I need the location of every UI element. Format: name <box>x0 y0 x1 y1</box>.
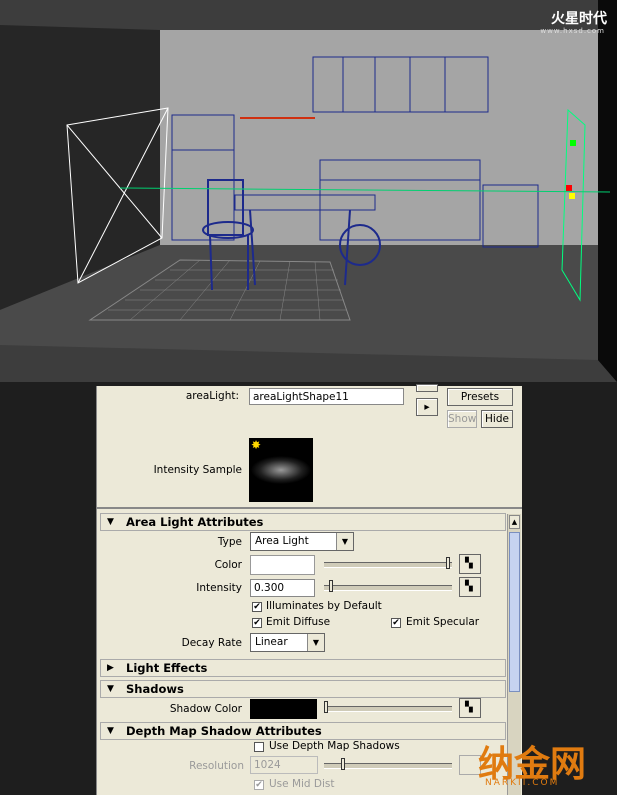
node-name-field[interactable]: areaLightShape11 <box>249 388 404 405</box>
emit-diffuse-label: Emit Diffuse <box>266 616 331 628</box>
emit-specular-label: Emit Specular <box>406 616 480 628</box>
illuminates-by-default-checkbox[interactable]: ✔ <box>252 602 262 612</box>
shadow-color-label: Shadow Color <box>169 703 242 715</box>
intensity-label: Intensity <box>196 582 242 594</box>
type-dropdown[interactable]: Area Light ▼ <box>250 532 354 551</box>
intensity-slider-knob[interactable] <box>329 580 333 592</box>
use-depth-map-checkbox[interactable] <box>254 742 264 752</box>
shadow-color-slider-knob[interactable] <box>324 701 328 713</box>
type-label: Type <box>217 536 242 548</box>
intensity-sample-label: Intensity Sample <box>153 464 242 476</box>
chevron-down-icon: ▼ <box>336 533 353 550</box>
section-shadows[interactable]: ▼ Shadows <box>100 680 506 698</box>
focus-button-top[interactable] <box>416 384 438 392</box>
use-depth-map-label: Use Depth Map Shadows <box>269 740 400 752</box>
section-area-light-attributes[interactable]: ▼ Area Light Attributes <box>100 513 506 531</box>
arrow-right-icon: ▸ <box>424 401 430 413</box>
intensity-map-button[interactable]: ▚ <box>459 577 481 597</box>
select-node-button[interactable]: ▸ <box>416 398 438 416</box>
watermark-logo-url: NARKII.COM <box>485 778 560 788</box>
shadow-color-swatch[interactable] <box>250 699 317 719</box>
decay-rate-label: Decay Rate <box>181 637 242 649</box>
expand-triangle-icon: ▶ <box>107 663 114 673</box>
type-dropdown-value: Area Light <box>255 535 309 547</box>
intensity-sample-swatch: ✸ <box>249 438 313 502</box>
emit-diffuse-checkbox[interactable]: ✔ <box>252 618 262 628</box>
checker-icon: ▚ <box>465 581 473 592</box>
shadow-color-slider[interactable] <box>324 706 452 712</box>
section-light-effects[interactable]: ▶ Light Effects <box>100 659 506 677</box>
hide-button[interactable]: Hide <box>481 410 513 428</box>
color-slider[interactable] <box>324 562 452 568</box>
color-map-button[interactable]: ▚ <box>459 554 481 574</box>
color-label: Color <box>214 559 242 571</box>
watermark-url: www.hxsd.com <box>540 27 605 35</box>
section-header-label: Shadows <box>126 682 184 696</box>
node-name-label: areaLight: <box>185 390 239 402</box>
resolution-slider-knob[interactable] <box>341 758 345 770</box>
use-mid-dist-label: Use Mid Dist <box>269 778 335 790</box>
scrollbar-thumb[interactable] <box>509 532 520 692</box>
section-header-label: Area Light Attributes <box>126 515 264 529</box>
divider <box>97 507 522 509</box>
light-icon: ✸ <box>251 438 262 452</box>
show-button[interactable]: Show <box>447 410 477 428</box>
section-depth-map-shadow-attributes[interactable]: ▼ Depth Map Shadow Attributes <box>100 722 506 740</box>
3d-viewport[interactable]: 火星时代 www.hxsd.com <box>0 0 617 382</box>
color-slider-knob[interactable] <box>446 557 450 569</box>
scroll-up-icon[interactable]: ▲ <box>509 515 520 529</box>
resolution-label: Resolution <box>189 760 244 772</box>
chevron-down-icon: ▼ <box>307 634 324 651</box>
resolution-field[interactable]: 1024 <box>250 756 318 774</box>
decay-rate-value: Linear <box>255 636 288 648</box>
color-swatch[interactable] <box>250 555 315 575</box>
collapse-triangle-icon: ▼ <box>107 684 114 694</box>
scene-wireframe <box>0 0 617 382</box>
checker-icon: ▚ <box>465 558 473 569</box>
intensity-field[interactable]: 0.300 <box>250 579 315 597</box>
intensity-slider[interactable] <box>324 585 452 591</box>
presets-button[interactable]: Presets <box>447 388 513 406</box>
watermark-brand: 火星时代 <box>551 11 607 27</box>
collapse-triangle-icon: ▼ <box>107 517 114 527</box>
shadow-color-map-button[interactable]: ▚ <box>459 698 481 718</box>
checker-icon: ▚ <box>465 702 473 713</box>
illuminates-by-default-label: Illuminates by Default <box>266 600 382 612</box>
decay-rate-dropdown[interactable]: Linear ▼ <box>250 633 325 652</box>
collapse-triangle-icon: ▼ <box>107 726 114 736</box>
section-header-label: Light Effects <box>126 661 208 675</box>
use-mid-dist-checkbox[interactable]: ✔ <box>254 780 264 790</box>
emit-specular-checkbox[interactable]: ✔ <box>391 618 401 628</box>
section-header-label: Depth Map Shadow Attributes <box>126 724 322 738</box>
